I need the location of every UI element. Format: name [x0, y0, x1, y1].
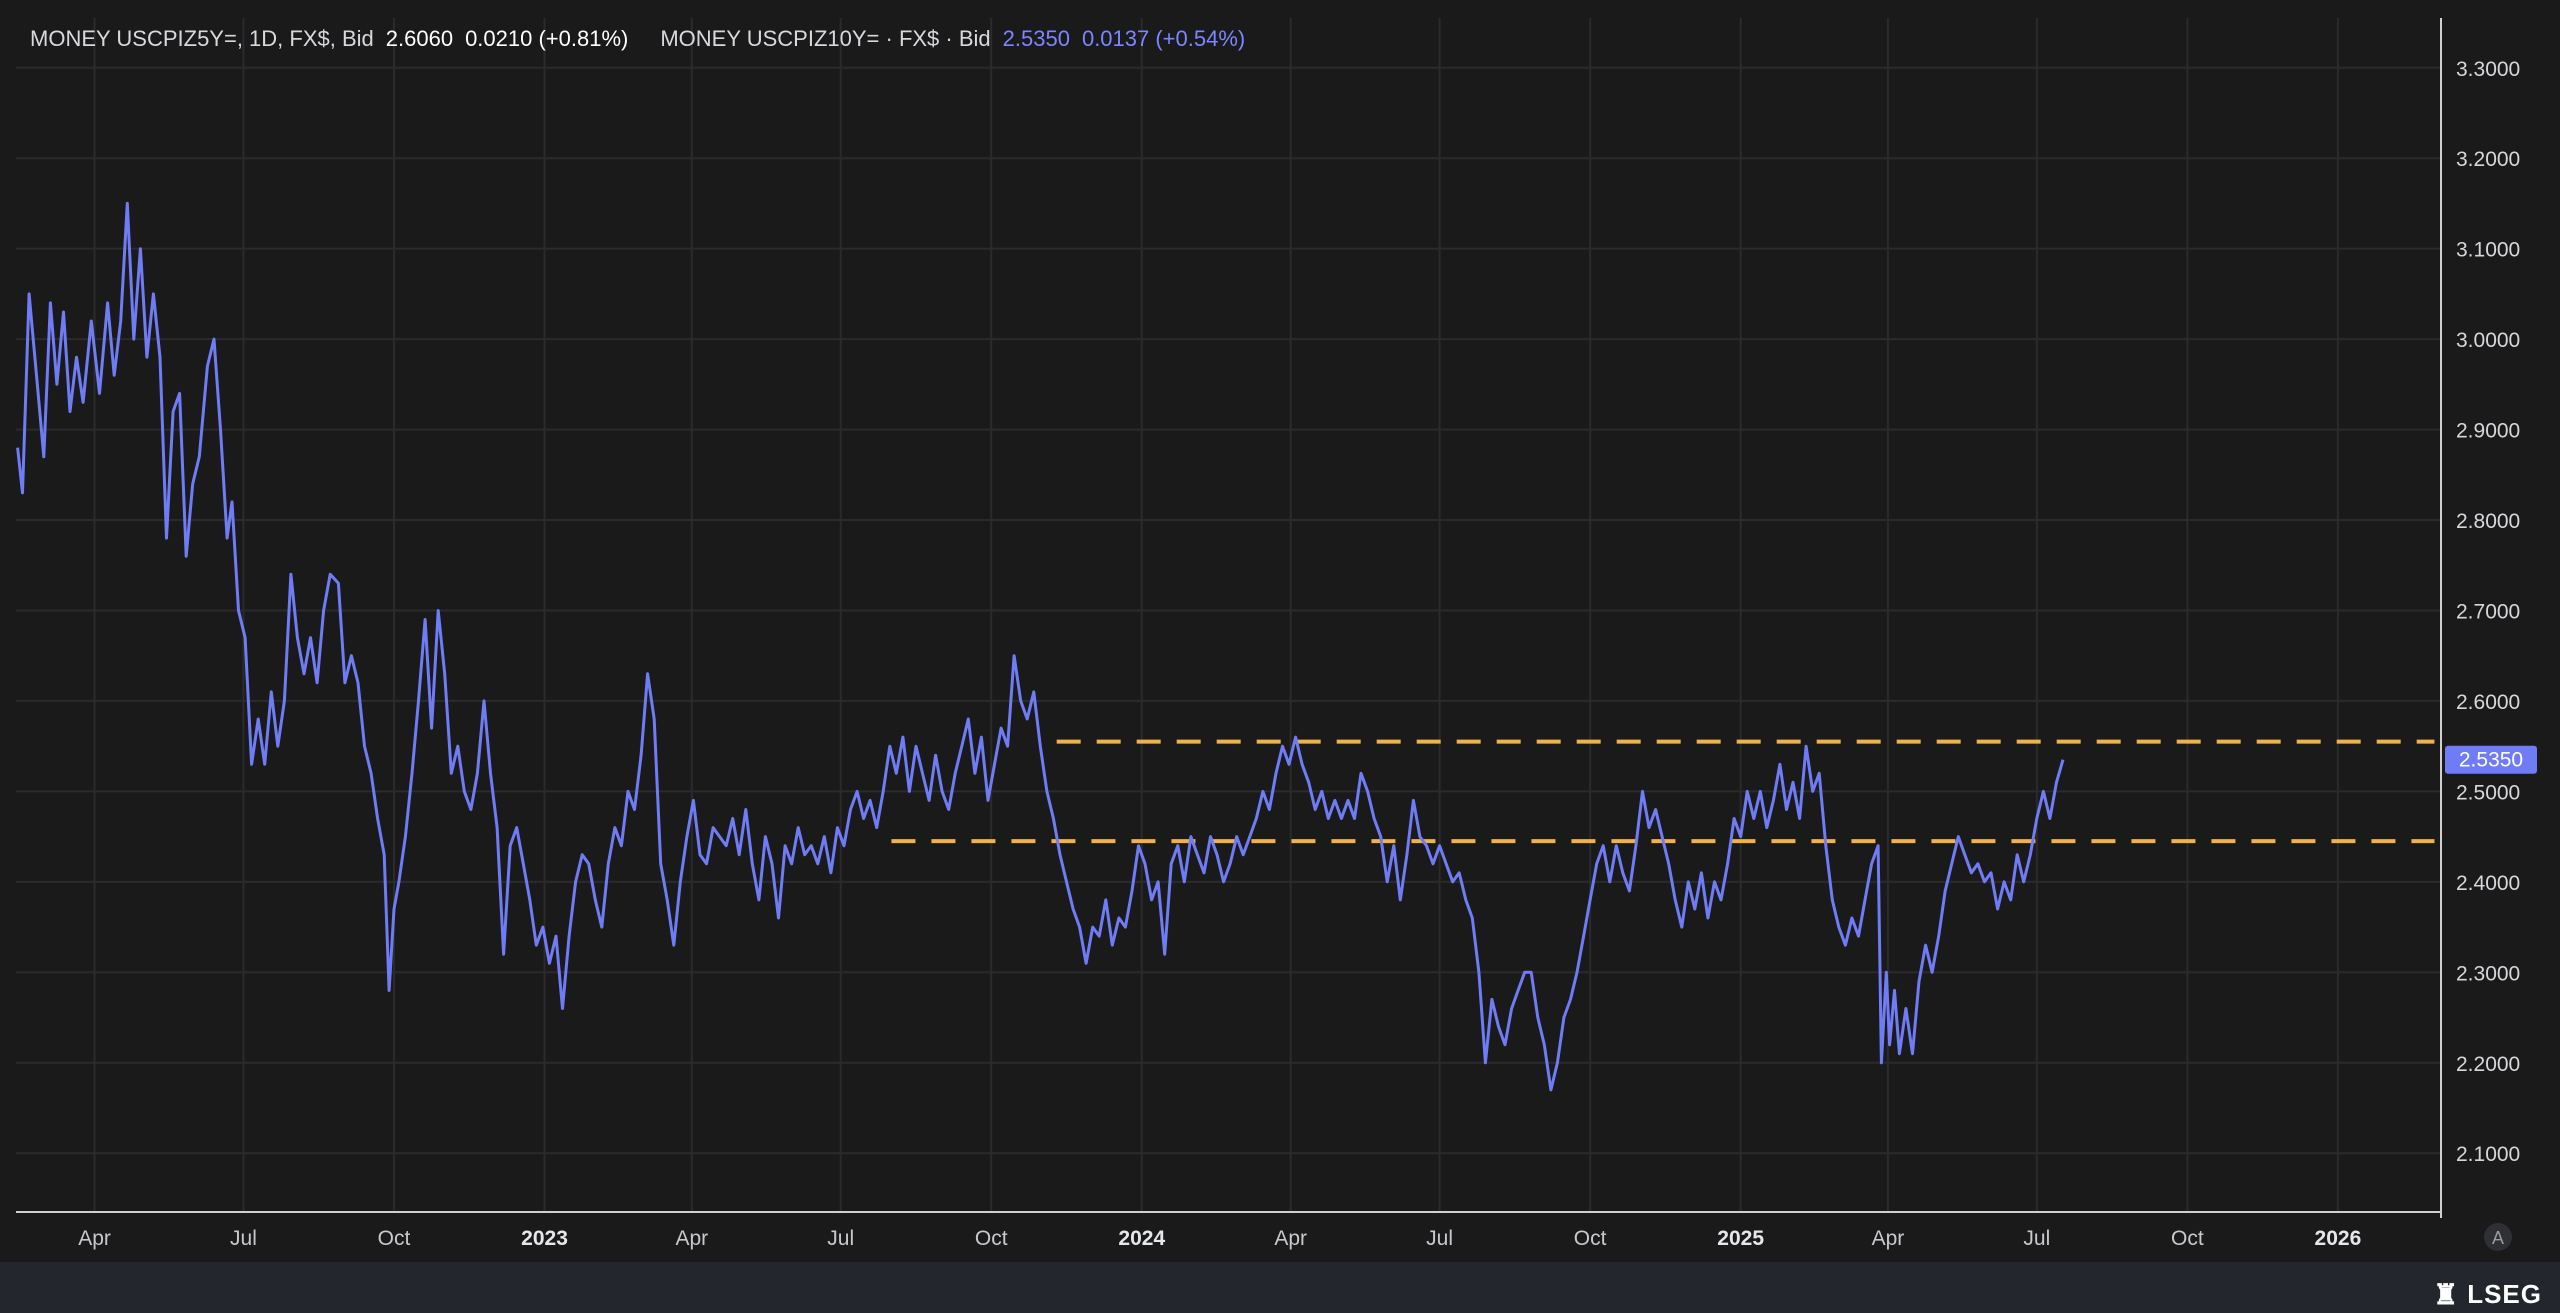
last-price-label: 2.5350 — [2445, 745, 2537, 774]
plot-background — [0, 0, 2560, 1262]
series2-change: 0.0137 (+0.54%) — [1081, 26, 1246, 51]
chart-legend: MONEY USCPIZ5Y=, 1D, FX$, Bid 2.6060 0.0… — [30, 26, 1257, 52]
x-tick-label: Oct — [975, 1227, 1008, 1250]
x-tick-label: Jul — [827, 1227, 854, 1250]
series2-value: 2.5350 — [1002, 26, 1070, 51]
footer-bar — [0, 1262, 2560, 1313]
auto-scale-label: A — [2492, 1228, 2504, 1248]
y-tick-label: 2.9000 — [2456, 420, 2520, 443]
x-tick-label: 2023 — [521, 1227, 568, 1250]
x-tick-label: Oct — [1574, 1227, 1607, 1250]
lseg-logo-icon: ♜ — [2433, 1279, 2460, 1310]
x-tick-label: 2024 — [1118, 1227, 1165, 1250]
lseg-logo: ♜ LSEG — [2433, 1278, 2542, 1311]
series1-value: 2.6060 — [385, 26, 454, 51]
x-tick-label: Jul — [1426, 1227, 1453, 1250]
x-tick-label: Jul — [230, 1227, 257, 1250]
y-tick-label: 2.7000 — [2456, 600, 2520, 623]
line-chart[interactable]: 3.3000 3.2000 3.1000 3.0000 2.9000 2.8000 2.70… — [0, 0, 2560, 1313]
auto-scale-button[interactable]: A — [2484, 1223, 2512, 1251]
y-tick-label: 2.5000 — [2456, 781, 2520, 804]
y-tick-label: 2.8000 — [2456, 510, 2520, 533]
y-tick-label: 2.2000 — [2456, 1053, 2520, 1076]
y-tick-label: 2.4000 — [2456, 872, 2520, 895]
y-tick-label: 3.1000 — [2456, 239, 2520, 262]
y-tick-label: 2.6000 — [2456, 691, 2520, 714]
series1-name: MONEY USCPIZ5Y=, 1D, FX$, Bid — [30, 26, 374, 51]
series1-change: 0.0210 (+0.81%) — [465, 26, 629, 51]
series2-name: MONEY USCPIZ10Y= · FX$ · Bid — [660, 26, 991, 51]
x-tick-label: 2026 — [2315, 1227, 2362, 1250]
x-tick-label: Oct — [378, 1227, 411, 1250]
chart-area[interactable]: 3.3000 3.2000 3.1000 3.0000 2.9000 2.8000 2.70… — [0, 0, 2560, 1313]
x-tick-label: Apr — [1872, 1227, 1905, 1250]
y-tick-label: 3.3000 — [2456, 58, 2520, 81]
x-tick-label: Apr — [675, 1227, 708, 1250]
x-tick-label: Apr — [78, 1227, 111, 1250]
x-tick-label: 2025 — [1717, 1227, 1764, 1250]
y-tick-label: 2.1000 — [2456, 1143, 2520, 1166]
y-tick-label: 2.3000 — [2456, 962, 2520, 985]
y-tick-label: 3.2000 — [2456, 148, 2520, 171]
x-tick-label: Apr — [1274, 1227, 1307, 1250]
last-price-text: 2.5350 — [2459, 749, 2523, 772]
x-tick-label: Oct — [2171, 1227, 2204, 1250]
x-tick-label: Jul — [2023, 1227, 2050, 1250]
y-tick-label: 3.0000 — [2456, 329, 2520, 352]
lseg-logo-text: LSEG — [2467, 1279, 2542, 1309]
